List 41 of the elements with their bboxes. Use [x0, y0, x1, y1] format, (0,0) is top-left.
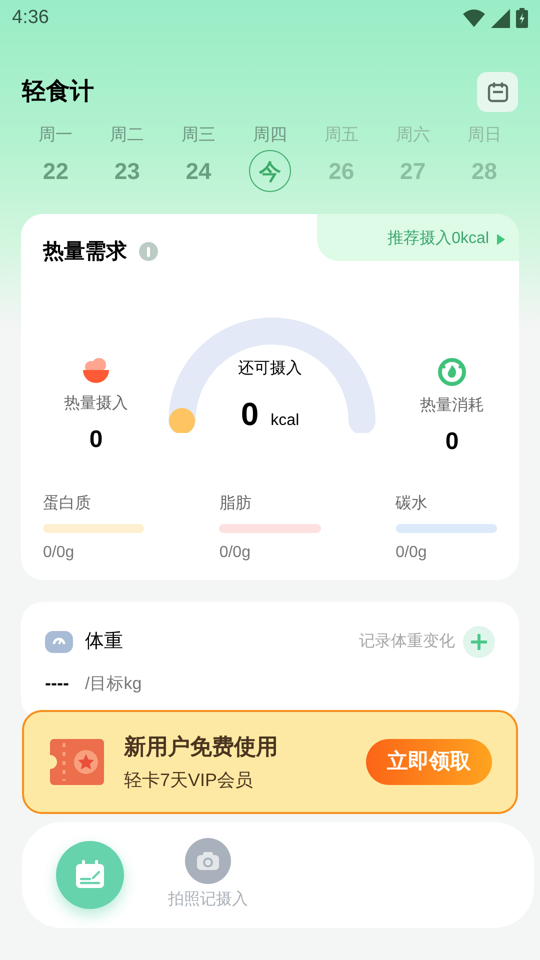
macro-label: 碳水: [396, 494, 429, 514]
calendar-button[interactable]: [477, 72, 518, 112]
macro-value: 0/0g: [219, 543, 252, 563]
status-time: 4:36: [12, 6, 49, 30]
claim-button[interactable]: 立即领取: [366, 739, 492, 785]
macro-value: 0/0g: [43, 543, 76, 563]
day-tab[interactable]: 周一 22: [20, 122, 92, 192]
day-tab[interactable]: 周四 今: [234, 122, 306, 192]
weight-title: 体重: [85, 630, 123, 654]
promo-title: 新用户免费使用: [124, 733, 278, 761]
signal-icon: [491, 8, 510, 28]
plus-icon: [463, 626, 495, 658]
macro-value: 0/0g: [396, 543, 428, 563]
camera-icon: [185, 838, 231, 884]
card-title: 热量需求: [43, 239, 127, 265]
calendar-icon: [486, 80, 510, 104]
photo-log-button[interactable]: 拍照记摄入: [168, 838, 248, 912]
weight-target: /目标kg: [84, 673, 142, 695]
weight-value: ----: [45, 672, 69, 695]
burned-label: 热量消耗: [420, 396, 484, 416]
record-weight-button[interactable]: 记录体重变化: [359, 626, 495, 658]
battery-icon: [516, 8, 528, 28]
macro-label: 蛋白质: [43, 494, 92, 514]
day-tab[interactable]: 周三 24: [162, 122, 234, 192]
burned-value: 0: [445, 427, 459, 457]
ticket-icon: [48, 737, 106, 787]
intake-label: 热量摄入: [64, 394, 128, 414]
app-title: 轻食计: [22, 77, 94, 107]
day-tab[interactable]: 周二 23: [91, 122, 163, 192]
intake-value: 0: [89, 425, 103, 455]
play-icon: [497, 234, 505, 244]
info-icon: [139, 242, 158, 262]
wifi-icon: [463, 9, 485, 27]
macro-label: 脂肪: [219, 494, 252, 514]
remaining-label: 还可摄入: [237, 358, 303, 379]
rice-bowl-icon: [82, 358, 110, 384]
remaining-unit: kcal: [270, 411, 300, 431]
remaining-value: 0: [240, 395, 259, 434]
promo-subtitle: 轻卡7天VIP会员: [124, 769, 254, 792]
flame-gauge-icon: [438, 358, 466, 386]
scale-icon: [45, 631, 73, 653]
